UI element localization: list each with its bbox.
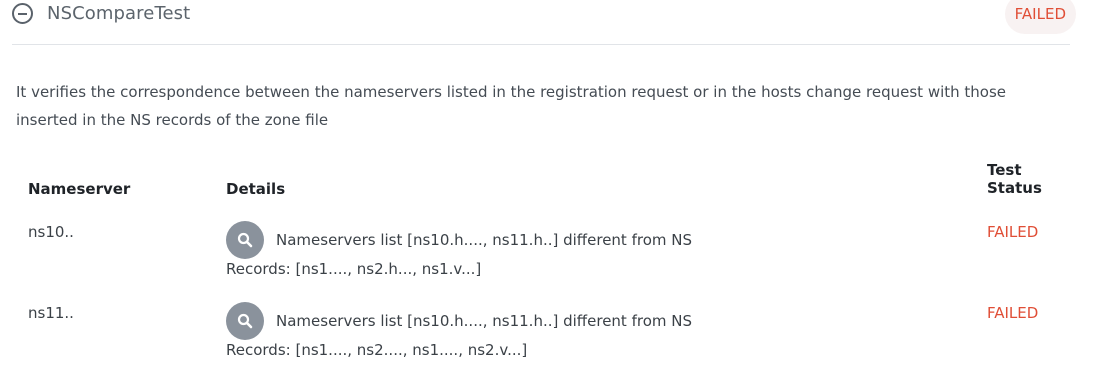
details-text-line1: Nameservers list [ns10.h...., ns11.h..] … [276, 312, 692, 330]
test-name: NSCompareTest [47, 3, 191, 24]
column-header-nameserver: Nameserver [28, 180, 131, 198]
collapse-icon[interactable] [12, 3, 33, 24]
row-status: FAILED [987, 223, 1039, 241]
row-status: FAILED [987, 304, 1039, 322]
test-header: NSCompareTest FAILED [12, 0, 1076, 45]
nameserver-cell: ns11.. [28, 304, 74, 322]
test-description: It verifies the correspondence between t… [16, 83, 1007, 129]
search-icon[interactable] [226, 302, 264, 340]
details-text-line2: Records: [ns1...., ns2...., ns1...., ns2… [226, 341, 528, 359]
column-header-test-status: Test Status [987, 161, 1042, 197]
details-text-line2: Records: [ns1...., ns2.h..., ns1.v...] [226, 260, 482, 278]
search-icon[interactable] [226, 221, 264, 259]
details-text-line1: Nameservers list [ns10.h...., ns11.h..] … [276, 231, 692, 249]
search-icon-glyph [237, 313, 253, 329]
column-header-details: Details [226, 180, 286, 198]
nameserver-cell: ns10.. [28, 223, 74, 241]
column-header-test-status-line1: Test [987, 161, 1022, 179]
test-result-panel: NSCompareTest FAILED It verifies the cor… [0, 0, 1106, 369]
column-header-test-status-line2: Status [987, 179, 1042, 197]
test-status-badge: FAILED [1004, 0, 1076, 34]
search-icon-glyph [237, 232, 253, 248]
